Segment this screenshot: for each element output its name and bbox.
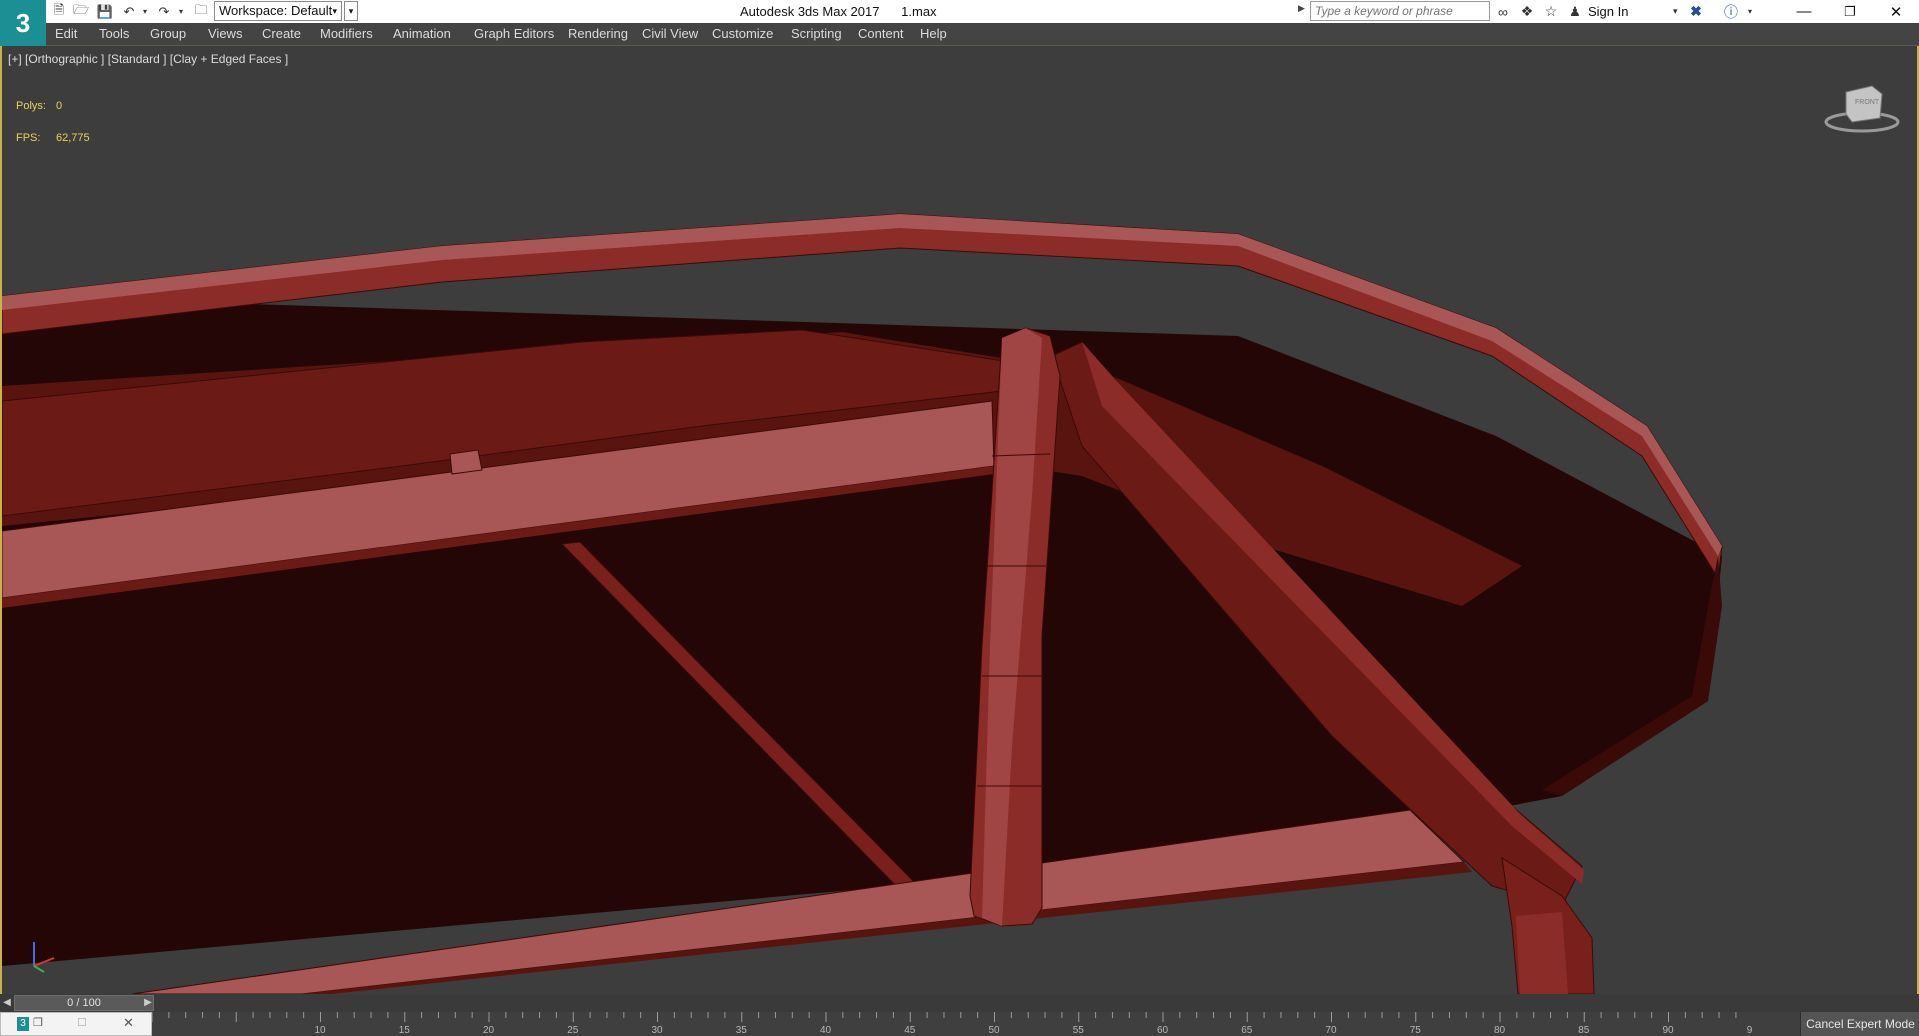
- help-icon[interactable]: ⓘ: [1721, 2, 1741, 21]
- track-ruler[interactable]: 101520253035404550556065707580859095100: [152, 1012, 1752, 1036]
- menu-tools[interactable]: Tools: [99, 26, 129, 41]
- project-folder-icon[interactable]: 🗀: [192, 2, 210, 20]
- ruler-tick-label: 85: [1578, 1025, 1590, 1036]
- binoculars-icon[interactable]: ∞: [1493, 2, 1513, 21]
- help-dropdown-icon[interactable]: ▾: [1740, 2, 1760, 21]
- undo-dropdown-icon[interactable]: ▾: [136, 3, 154, 20]
- menu-content[interactable]: Content: [858, 26, 904, 41]
- ruler-tick-label: 50: [989, 1025, 1001, 1036]
- restore-button[interactable]: ❐: [1827, 0, 1873, 23]
- menu-civil-view[interactable]: Civil View: [642, 26, 698, 41]
- close-icon[interactable]: ✕: [123, 1015, 134, 1031]
- menu-scripting[interactable]: Scripting: [791, 26, 842, 41]
- fps-stat: FPS: 62,775: [16, 132, 90, 144]
- workspace-dropdown[interactable]: Workspace: Default ▾: [214, 1, 342, 21]
- app-logo[interactable]: 3: [0, 0, 46, 46]
- menu-modifiers[interactable]: Modifiers: [320, 26, 373, 41]
- polys-stat: Polys: 0: [16, 100, 62, 112]
- search-expand-icon[interactable]: ▶: [1298, 3, 1305, 14]
- redo-dropdown-icon[interactable]: ▾: [172, 3, 190, 20]
- next-frame-button[interactable]: ▶: [142, 995, 154, 1011]
- ruler-tick-label: 65: [1241, 1025, 1253, 1036]
- chevron-down-icon[interactable]: ▾: [1673, 6, 1678, 17]
- viewcube-label: FRONT: [1855, 99, 1880, 106]
- workspace-label: Workspace: Default: [219, 3, 333, 18]
- viewport-label-menu[interactable]: [+] [Orthographic ] [Standard ] [Clay + …: [8, 52, 288, 66]
- ruler-tick-label: 20: [483, 1025, 495, 1036]
- menu-animation[interactable]: Animation: [393, 26, 451, 41]
- redo-icon[interactable]: ↷: [155, 3, 173, 20]
- menu-graph-editors[interactable]: Graph Editors: [474, 26, 554, 41]
- menu-help[interactable]: Help: [920, 26, 947, 41]
- curved-leg-front: [1516, 912, 1568, 994]
- maximize-icon[interactable]: ☐: [77, 1016, 87, 1029]
- scene-render[interactable]: [2, 46, 1917, 994]
- window-title: Autodesk 3ds Max 2017 1.max: [740, 4, 937, 19]
- viewcube[interactable]: FRONT: [1822, 78, 1902, 138]
- ruler-tick-label: 10: [315, 1025, 327, 1036]
- menu-customize[interactable]: Customize: [712, 26, 773, 41]
- ruler-tick-label: 35: [736, 1025, 748, 1036]
- sign-in-button[interactable]: Sign In: [1588, 4, 1628, 19]
- ruler-tick-label: 15: [399, 1025, 411, 1036]
- menu-views[interactable]: Views: [208, 26, 242, 41]
- time-slider-bar: ◀ 0 / 100 ▶: [0, 994, 1919, 1012]
- ruler-tick-label: 75: [1410, 1025, 1422, 1036]
- save-icon[interactable]: 💾: [96, 3, 114, 20]
- fps-value: 62,775: [56, 132, 90, 144]
- ruler-tick-label: 55: [1073, 1025, 1085, 1036]
- small-block: [449, 449, 483, 475]
- title-bar: 3 🗎 🗁 💾 ↶ ▾ ↷ ▾ 🗀 Workspace: Default ▾ ▾…: [0, 0, 1919, 46]
- restore-icon[interactable]: ❐: [33, 1016, 43, 1029]
- cancel-expert-mode-button[interactable]: Cancel Expert Mode: [1800, 1012, 1919, 1036]
- ruler-tick-label: 25: [567, 1025, 579, 1036]
- search-input[interactable]: [1310, 1, 1490, 21]
- polys-label: Polys:: [16, 100, 46, 112]
- menu-group[interactable]: Group: [150, 26, 186, 41]
- track-bar: 3 ❐ ☐ ✕ 10 15 20 25 30 35 40 45 50 55 60 65 70 75 80 85…: [0, 1012, 1919, 1036]
- max-listener-panel[interactable]: 3 ❐ ☐ ✕: [0, 1012, 152, 1036]
- polys-value: 0: [56, 100, 63, 112]
- user-icon: ♟: [1569, 3, 1581, 19]
- chevron-down-icon: ▾: [332, 6, 337, 16]
- workspace-options-button[interactable]: ▾: [344, 1, 358, 21]
- ruler-tick-label: 70: [1326, 1025, 1338, 1036]
- axis-gizmo: [33, 942, 55, 973]
- open-file-icon[interactable]: 🗁: [72, 2, 90, 20]
- menu-edit[interactable]: Edit: [55, 26, 77, 41]
- ruler-tick-label: 40: [820, 1025, 832, 1036]
- exchange-x-icon[interactable]: ✖: [1686, 2, 1706, 21]
- ruler-tick-label: 30: [652, 1025, 664, 1036]
- fps-label: FPS:: [16, 132, 41, 144]
- menu-create[interactable]: Create: [262, 26, 301, 41]
- ruler-tick-label: 80: [1494, 1025, 1506, 1036]
- menu-bar: Edit Tools Group Views Create Modifiers …: [0, 23, 1919, 46]
- time-slider[interactable]: 0 / 100: [14, 995, 154, 1011]
- satellite-icon[interactable]: ❖: [1517, 2, 1537, 21]
- menu-rendering[interactable]: Rendering: [568, 26, 628, 41]
- ruler-tick-label: 90: [1663, 1025, 1675, 1036]
- star-icon[interactable]: ☆: [1541, 2, 1561, 21]
- ruler-tick-label: 45: [904, 1025, 916, 1036]
- ruler-tick-label: 60: [1157, 1025, 1169, 1036]
- app-small-icon: 3: [17, 1017, 29, 1031]
- close-button[interactable]: ✕: [1873, 0, 1919, 23]
- viewport-orthographic[interactable]: [+] [Orthographic ] [Standard ] [Clay + …: [0, 46, 1919, 994]
- previous-frame-button[interactable]: ◀: [1, 995, 13, 1011]
- ruler-tick-label: 95: [1747, 1025, 1752, 1036]
- minimize-button[interactable]: —: [1781, 0, 1827, 23]
- new-file-icon[interactable]: 🗎: [50, 2, 68, 20]
